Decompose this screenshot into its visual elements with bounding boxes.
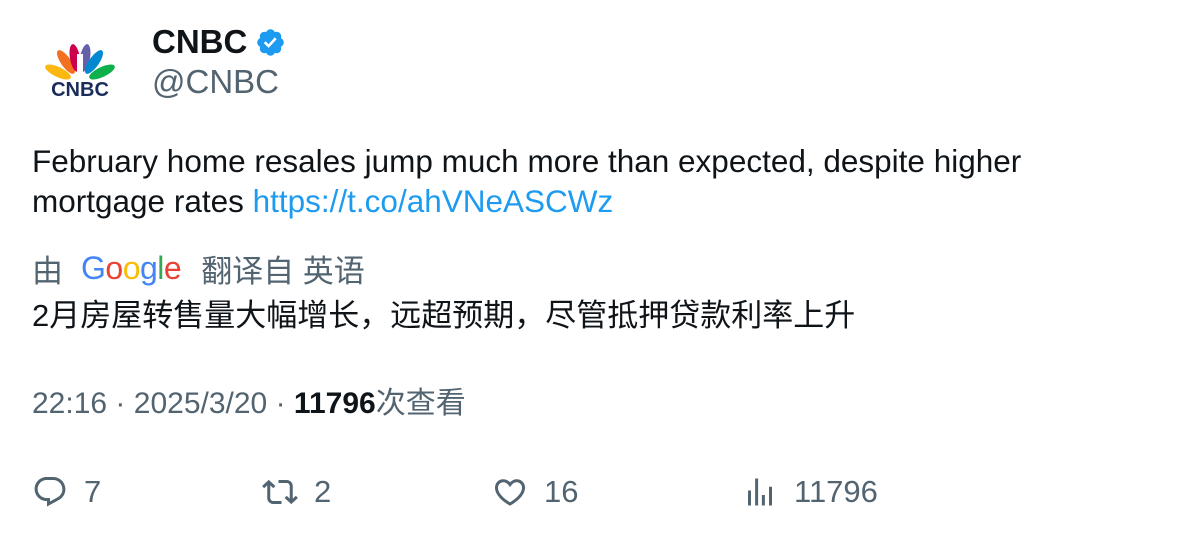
tweet-link[interactable]: https://t.co/ahVNeASCWz — [253, 183, 614, 219]
meta-separator: · — [275, 387, 286, 420]
retweet-button[interactable]: 2 — [262, 470, 331, 514]
translated-text: 2月房屋转售量大幅增长，远超预期，尽管抵押贷款利率上升 — [32, 298, 856, 333]
avatar-logo-text: CNBC — [51, 79, 109, 101]
heart-icon — [494, 479, 526, 506]
reply-count: 7 — [84, 474, 102, 509]
tweet-time[interactable]: 22:16 — [32, 387, 107, 420]
author-handle[interactable]: @CNBC — [152, 62, 279, 102]
translation-prefix: 由 — [32, 253, 63, 289]
like-count: 16 — [544, 474, 579, 509]
google-logo[interactable]: Google — [81, 250, 182, 287]
cnbc-peacock-logo: CNBC — [45, 44, 115, 101]
analytics-icon — [748, 478, 772, 506]
meta-separator: · — [115, 387, 126, 420]
view-count: 11796 — [293, 387, 376, 420]
reply-button[interactable]: 7 — [32, 470, 101, 514]
views-button[interactable]: 11796 — [742, 470, 878, 514]
verified-badge-icon — [255, 27, 286, 58]
view-count-label: 次查看 — [375, 387, 466, 420]
translation-suffix: 翻译自 英语 — [201, 253, 365, 289]
retweet-count: 2 — [314, 474, 332, 509]
translation-attribution: 由 Google 翻译自 英语 — [32, 246, 365, 290]
tweet-meta: 22:16 · 2025/3/20 · 11796次查看 — [32, 384, 466, 424]
views-count: 11796 — [794, 474, 878, 509]
avatar[interactable]: CNBC — [32, 24, 128, 120]
action-bar: 7 2 16 11796 — [0, 470, 1196, 514]
retweet-icon — [262, 479, 298, 505]
display-name[interactable]: CNBC — [152, 22, 247, 62]
tweet-text: February home resales jump much more tha… — [32, 141, 1152, 221]
like-button[interactable]: 16 — [492, 470, 578, 514]
author-name-row[interactable]: CNBC — [152, 22, 286, 62]
tweet-date[interactable]: 2025/3/20 — [134, 387, 267, 420]
reply-icon — [34, 477, 66, 507]
